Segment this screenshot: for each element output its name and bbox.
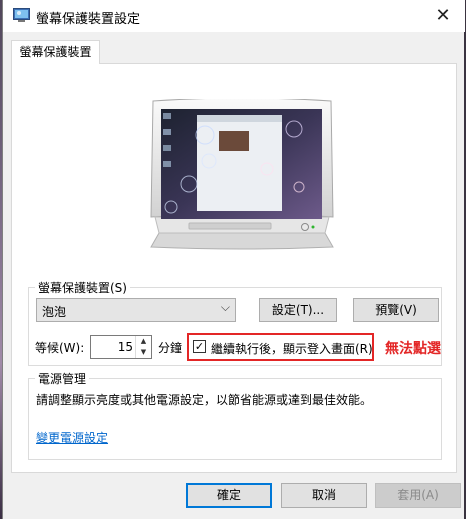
resume-checkbox-label: 繼續執行後，顯示登入畫面(R) xyxy=(211,342,373,356)
window-title: 螢幕保護裝置設定 xyxy=(36,12,141,27)
screensaver-select-value: 泡泡 xyxy=(42,305,67,319)
power-description: 請調整顯示亮度或其他電源設定，以節省能源或達到最佳效能。 xyxy=(36,393,373,407)
checkmark-icon[interactable]: ✓ xyxy=(193,340,206,353)
screensaver-select[interactable]: 泡泡 ⌵ xyxy=(36,298,236,322)
ok-button[interactable]: 確定 xyxy=(186,483,272,508)
apply-button[interactable]: 套用(A) xyxy=(375,483,461,508)
wait-stepper[interactable]: 15 ▲ ▼ xyxy=(90,335,152,359)
change-power-settings-link[interactable]: 變更電源設定 xyxy=(36,429,108,446)
minutes-label: 分鐘 xyxy=(158,341,183,355)
spin-up-icon[interactable]: ▲ xyxy=(135,336,151,347)
tab-screensaver[interactable]: 螢幕保護裝置 xyxy=(11,40,100,64)
wait-label: 等候(W): xyxy=(35,341,85,355)
power-group: 電源管理 請調整顯示亮度或其他電源設定，以節省能源或達到最佳效能。 變更電源設定 xyxy=(28,370,442,460)
spin-down-icon[interactable]: ▼ xyxy=(135,347,151,358)
title-bar: 螢幕保護裝置設定 ✕ xyxy=(3,0,465,32)
display-settings-icon xyxy=(13,8,30,22)
cancel-button[interactable]: 取消 xyxy=(281,483,367,508)
annotation-not-clickable: 無法點選 xyxy=(385,341,441,357)
wait-value: 15 xyxy=(117,340,133,354)
tab-panel: 螢幕保護裝置(S) 泡泡 ⌵ 設定(T)... 預覽(V) 等候(W): 15 … xyxy=(11,63,457,473)
screensaver-group-label: 螢幕保護裝置(S) xyxy=(35,279,130,296)
monitor-preview xyxy=(150,99,334,250)
settings-button[interactable]: 設定(T)... xyxy=(259,298,337,322)
resume-checkbox-highlight[interactable]: ✓ 繼續執行後，顯示登入畫面(R) xyxy=(187,333,374,361)
power-group-label: 電源管理 xyxy=(35,370,90,387)
preview-button[interactable]: 預覽(V) xyxy=(353,298,439,322)
screensaver-group: 螢幕保護裝置(S) 泡泡 ⌵ 設定(T)... 預覽(V) 等候(W): 15 … xyxy=(28,279,442,366)
close-icon[interactable]: ✕ xyxy=(421,0,465,32)
chevron-down-icon: ⌵ xyxy=(220,300,230,314)
dialog-window: 螢幕保護裝置設定 ✕ 螢幕保護裝置 螢幕保護裝置(S) 泡泡 ⌵ 設定(T)..… xyxy=(2,0,465,519)
